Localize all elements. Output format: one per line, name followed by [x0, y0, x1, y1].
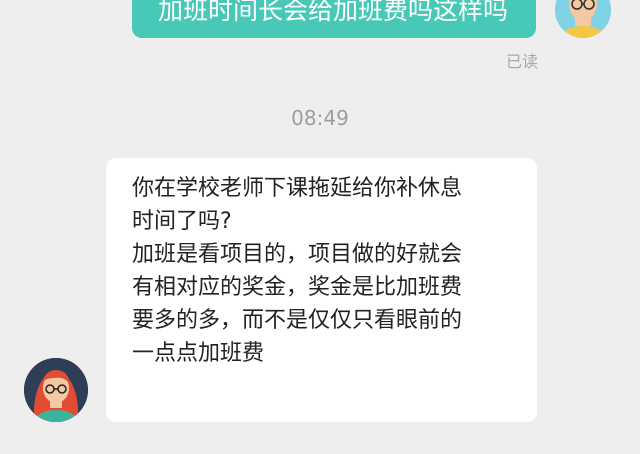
message-line: 要多的多，而不是仅仅只看眼前的 — [132, 308, 463, 333]
message-line: 时间了吗? — [132, 209, 232, 234]
message-line: 有相对应的奖金，奖金是比加班费 — [132, 275, 463, 300]
message-line: 一点点加班费 — [132, 341, 265, 366]
message-line: 加班是看项目的，项目做的好就会 — [132, 242, 463, 267]
message-line: 你在学校老师下课拖延给你补休息 — [132, 176, 463, 201]
sent-message-text: 加班时间长会给加班费吗这样吗 — [158, 0, 509, 25]
sent-message-bubble[interactable]: 加班时间长会给加班费吗这样吗 — [132, 0, 536, 38]
received-message-text: 你在学校老师下课拖延给你补休息 时间了吗? 加班是看项目的，项目做的好就会 有相… — [132, 172, 515, 370]
received-message-bubble[interactable]: 你在学校老师下课拖延给你补休息 时间了吗? 加班是看项目的，项目做的好就会 有相… — [106, 158, 537, 422]
contact-avatar-icon — [24, 358, 88, 422]
timestamp: 08:49 — [291, 106, 349, 130]
my-avatar[interactable] — [555, 0, 611, 38]
contact-avatar[interactable] — [24, 358, 88, 422]
user-avatar-icon — [555, 0, 611, 38]
read-status: 已读 — [505, 52, 538, 71]
